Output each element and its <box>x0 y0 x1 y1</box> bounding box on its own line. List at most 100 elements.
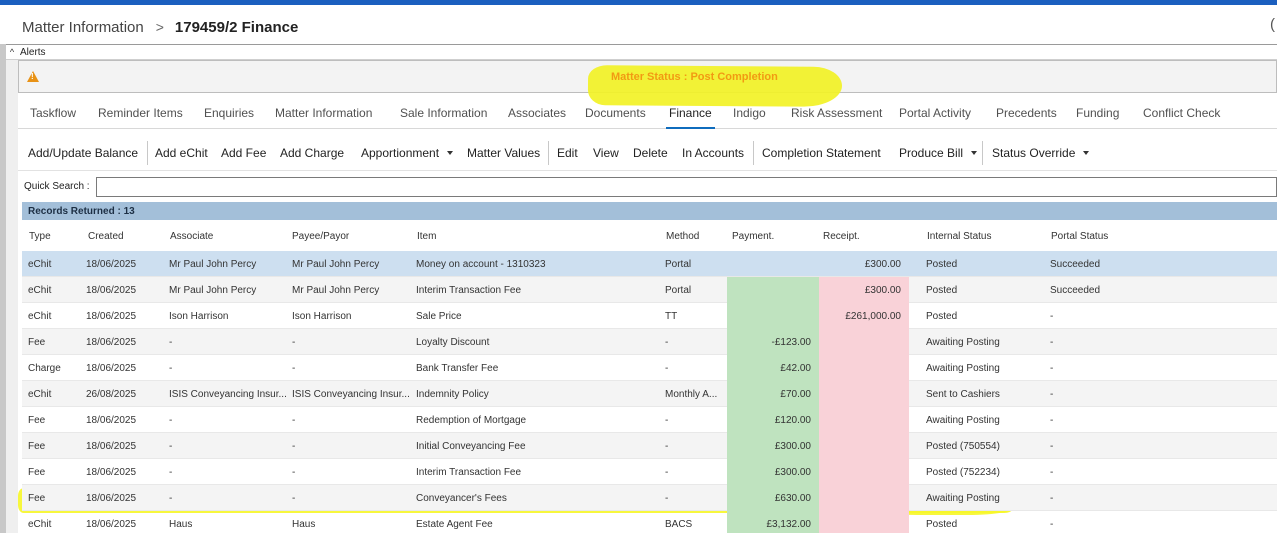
receipt-cell-bg <box>819 433 909 459</box>
matter-status-alert: Matter Status : Post Completion <box>611 71 778 83</box>
table-row[interactable]: eChit 18/06/2025 Haus Haus Estate Agent Fee B… <box>22 511 1277 533</box>
tab-risk-assessment[interactable]: Risk Assessment <box>791 106 882 120</box>
tab-matter-information[interactable]: Matter Information <box>275 106 372 120</box>
toolbar-separator <box>147 141 148 165</box>
add-fee-button[interactable]: Add Fee <box>221 146 266 160</box>
alerts-header[interactable]: ^ Alerts <box>6 44 1277 60</box>
quick-search-input[interactable] <box>96 177 1277 197</box>
cell-internal-status: Posted (750554) <box>926 441 1000 452</box>
cell-internal-status: Posted (752234) <box>926 467 1000 478</box>
column-header-internal-status[interactable]: Internal Status <box>927 231 991 242</box>
receipt-cell-bg <box>819 485 909 511</box>
toolbar-separator <box>982 141 983 165</box>
column-header-method[interactable]: Method <box>666 231 699 242</box>
tab-documents[interactable]: Documents <box>585 106 646 120</box>
cell-portal-status: - <box>1050 415 1054 426</box>
add-echit-button[interactable]: Add eChit <box>155 146 208 160</box>
cell-associate: Mr Paul John Percy <box>169 285 257 296</box>
cell-type: Fee <box>28 415 46 426</box>
table-row[interactable]: Fee 18/06/2025 - - Redemption of Mortgage - £1… <box>22 407 1277 433</box>
column-header-receipt[interactable]: Receipt. <box>823 231 860 242</box>
collapse-chevron-icon[interactable]: ^ <box>6 47 18 57</box>
produce-bill-label: Produce Bill <box>899 146 964 160</box>
column-header-portal-status[interactable]: Portal Status <box>1051 231 1108 242</box>
cell-internal-status: Awaiting Posting <box>926 493 1000 504</box>
tab-sale-information[interactable]: Sale Information <box>400 106 487 120</box>
table-row[interactable]: Charge 18/06/2025 - - Bank Transfer Fee - £42.… <box>22 355 1277 381</box>
finance-table-body: eChit 18/06/2025 Mr Paul John Percy Mr Paul… <box>22 251 1277 533</box>
cell-payment: £3,132.00 <box>766 519 812 530</box>
column-header-payee-payor[interactable]: Payee/Payor <box>292 231 349 242</box>
apportionment-button[interactable]: Apportionment <box>361 146 454 160</box>
column-header-type[interactable]: Type <box>29 231 51 242</box>
chevron-down-icon[interactable] <box>447 150 454 155</box>
cell-method: - <box>665 467 669 478</box>
cell-item: Redemption of Mortgage <box>416 415 527 426</box>
cell-created: 18/06/2025 <box>86 311 137 322</box>
table-row[interactable]: Fee 18/06/2025 - - Conveyancer's Fees - £630.0… <box>22 485 1277 511</box>
delete-button[interactable]: Delete <box>633 146 668 160</box>
tab-precedents[interactable]: Precedents <box>996 106 1057 120</box>
tab-taskflow[interactable]: Taskflow <box>30 106 76 120</box>
payment-cell-bg <box>727 277 819 303</box>
chevron-down-icon[interactable] <box>1083 150 1090 155</box>
column-header-associate[interactable]: Associate <box>170 231 213 242</box>
receipt-cell-bg <box>819 459 909 485</box>
page-title: 179459/2 Finance <box>174 18 299 36</box>
cell-payee: Mr Paul John Percy <box>292 259 380 270</box>
completion-statement-button[interactable]: Completion Statement <box>762 146 881 160</box>
tab-associates[interactable]: Associates <box>508 106 566 120</box>
cell-internal-status: Posted <box>926 285 958 296</box>
table-row[interactable]: Fee 18/06/2025 - - Loyalty Discount - -£123.00… <box>22 329 1277 355</box>
cell-type: eChit <box>28 285 52 296</box>
column-header-item[interactable]: Item <box>417 231 436 242</box>
tab-enquiries[interactable]: Enquiries <box>204 106 254 120</box>
in-accounts-button[interactable]: In Accounts <box>682 146 744 160</box>
cell-created: 18/06/2025 <box>86 415 137 426</box>
cell-portal-status: - <box>1050 337 1054 348</box>
cell-payee: - <box>292 441 296 452</box>
cell-portal-status: - <box>1050 389 1054 400</box>
cropped-button-icon[interactable]: ( <box>1270 16 1275 33</box>
cell-payment: £300.00 <box>774 441 811 452</box>
add-update-balance-button[interactable]: Add/Update Balance <box>28 146 138 160</box>
table-row[interactable]: eChit 18/06/2025 Mr Paul John Percy Mr Paul… <box>22 277 1277 303</box>
cell-internal-status: Awaiting Posting <box>926 337 1000 348</box>
table-row[interactable]: eChit 18/06/2025 Ison Harrison Ison Harriso… <box>22 303 1277 329</box>
add-charge-button[interactable]: Add Charge <box>280 146 344 160</box>
produce-bill-button[interactable]: Produce Bill <box>899 146 978 160</box>
cell-associate: - <box>169 441 173 452</box>
toolbar-separator <box>753 141 754 165</box>
tab-reminder-items[interactable]: Reminder Items <box>98 106 183 120</box>
status-override-button[interactable]: Status Override <box>992 146 1090 160</box>
tab-indigo[interactable]: Indigo <box>733 106 766 120</box>
apportionment-label: Apportionment <box>361 146 440 160</box>
cell-created: 26/08/2025 <box>86 389 137 400</box>
tab-conflict-check[interactable]: Conflict Check <box>1143 106 1220 120</box>
top-accent-bar <box>0 0 1277 5</box>
tab-portal-activity[interactable]: Portal Activity <box>899 106 971 120</box>
column-header-payment[interactable]: Payment. <box>732 231 774 242</box>
matter-values-button[interactable]: Matter Values <box>467 146 540 160</box>
table-row[interactable]: eChit 18/06/2025 Mr Paul John Percy Mr Paul… <box>22 251 1277 277</box>
cell-item: Indemnity Policy <box>416 389 489 400</box>
view-button[interactable]: View <box>593 146 619 160</box>
cell-associate: Mr Paul John Percy <box>169 259 257 270</box>
breadcrumb-root[interactable]: Matter Information <box>22 19 144 36</box>
alerts-label: Alerts <box>20 46 46 58</box>
cell-method: - <box>665 415 669 426</box>
cell-payee: Ison Harrison <box>292 311 352 322</box>
cell-portal-status: Succeeded <box>1050 285 1101 296</box>
tab-finance[interactable]: Finance <box>666 106 715 129</box>
cell-internal-status: Sent to Cashiers <box>926 389 1000 400</box>
column-header-created[interactable]: Created <box>88 231 124 242</box>
table-row[interactable]: eChit 26/08/2025 ISIS Conveyancing Insur..… <box>22 381 1277 407</box>
cell-method: Portal <box>665 259 692 270</box>
table-row[interactable]: Fee 18/06/2025 - - Initial Conveyancing Fee -… <box>22 433 1277 459</box>
table-row[interactable]: Fee 18/06/2025 - - Interim Transaction Fee - £… <box>22 459 1277 485</box>
cell-created: 18/06/2025 <box>86 285 137 296</box>
chevron-down-icon[interactable] <box>971 150 978 155</box>
tab-funding[interactable]: Funding <box>1076 106 1119 120</box>
edit-button[interactable]: Edit <box>557 146 578 160</box>
cell-item: Interim Transaction Fee <box>416 467 522 478</box>
